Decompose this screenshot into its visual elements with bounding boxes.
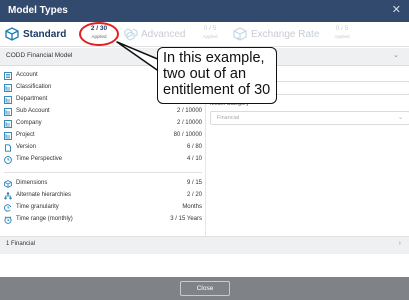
clock-icon	[4, 156, 12, 164]
summary-label: Time granularity	[16, 204, 59, 210]
clock-arrow-icon	[4, 204, 12, 212]
dimension-label: Company	[16, 120, 42, 126]
summary-row: Dimensions 9 / 15	[4, 179, 202, 190]
dimension-row: Version 6 / 80	[4, 143, 202, 154]
tree-icon	[4, 192, 12, 200]
summary-label: Dimensions	[16, 180, 48, 186]
model-category-select[interactable]: Financial ⌄	[210, 111, 409, 125]
summary-row: Time range (monthly) 3 / 15 Years	[4, 215, 202, 226]
model-name: CODD Financial Model	[6, 52, 73, 59]
summary-row: Time granularity Months	[4, 203, 202, 214]
cube-icon	[4, 180, 12, 188]
dialog-title-bar: Model Types ✕	[0, 0, 409, 22]
model-type-tabs: Standard 2 / 30 Applied Advanced 0 / 5 A…	[0, 22, 409, 47]
clock-range-icon	[4, 216, 12, 224]
dialog-footer: Close	[0, 277, 409, 300]
hierarchy-icon	[4, 108, 12, 116]
cubes-icon	[124, 28, 138, 41]
summary-label: Alternate hierarchies	[16, 192, 72, 198]
dimension-label: Classification	[16, 84, 52, 90]
dimension-label: Version	[16, 144, 37, 150]
annotation-text: In this example, two out of an entitleme…	[163, 50, 271, 98]
summary-value: 3 / 15 Years	[170, 216, 202, 222]
cube-icon	[5, 27, 19, 41]
dimension-row: Project 80 / 10000	[4, 131, 202, 142]
list-icon	[4, 72, 12, 80]
summary-value: 2 / 20	[186, 192, 202, 198]
hierarchy-icon	[4, 132, 12, 140]
tab-exchange-rate[interactable]: Exchange Rate 0 / 5 Applied	[233, 22, 373, 47]
dimension-label: Project	[16, 132, 35, 138]
tab-label: Advanced	[141, 29, 186, 40]
tab-count: 0 / 5	[203, 25, 217, 32]
close-icon[interactable]: ✕	[392, 3, 401, 16]
tab-count: 0 / 5	[335, 25, 349, 32]
chevron-down-icon[interactable]: ⌄	[393, 51, 399, 59]
dimension-value: 4 / 10	[186, 156, 202, 162]
hierarchy-icon	[4, 120, 12, 128]
summary-label: Time range (monthly)	[16, 216, 73, 222]
chevron-right-icon[interactable]: ›	[399, 240, 401, 247]
tab-applied-label: Applied	[334, 34, 350, 39]
dimension-label: Sub Account	[16, 108, 50, 114]
tab-advanced[interactable]: Advanced 0 / 5 Applied	[124, 22, 229, 47]
section-divider	[4, 172, 202, 173]
dimension-value: 2 / 10000	[176, 120, 202, 126]
hierarchy-icon	[4, 96, 12, 104]
hierarchy-icon	[4, 84, 12, 92]
dimension-value: 2 / 10000	[176, 108, 202, 114]
dimension-value: 6 / 80	[186, 144, 202, 150]
dialog-title: Model Types	[8, 5, 68, 16]
dimension-row: Company 2 / 10000	[4, 119, 202, 130]
summary-row: Alternate hierarchies 2 / 20	[4, 191, 202, 202]
dimension-label: Account	[16, 72, 38, 78]
version-icon	[5, 144, 11, 152]
dimension-value: 80 / 10000	[173, 132, 202, 138]
highlight-ring	[79, 22, 119, 46]
dimension-row: Sub Account 2 / 10000	[4, 107, 202, 118]
summary-value: Months	[182, 204, 202, 210]
tab-label: Exchange Rate	[251, 29, 320, 40]
annotation-callout: In this example, two out of an entitleme…	[157, 47, 277, 104]
exchange-cube-icon	[233, 27, 247, 41]
dimension-label: Time Perspective	[16, 156, 63, 162]
section-title: 1 Financial	[6, 241, 36, 247]
summary-value: 9 / 15	[186, 180, 202, 186]
model-category-value: Financial	[217, 115, 240, 121]
tab-label: Standard	[23, 29, 67, 40]
model-list-section[interactable]: 1 Financial ›	[0, 236, 409, 254]
close-button[interactable]: Close	[180, 281, 230, 296]
dimension-label: Department	[16, 96, 48, 102]
dimension-row: Time Perspective 4 / 10	[4, 155, 202, 166]
chevron-down-icon: ⌄	[397, 115, 403, 121]
tab-applied-label: Applied	[202, 34, 218, 39]
